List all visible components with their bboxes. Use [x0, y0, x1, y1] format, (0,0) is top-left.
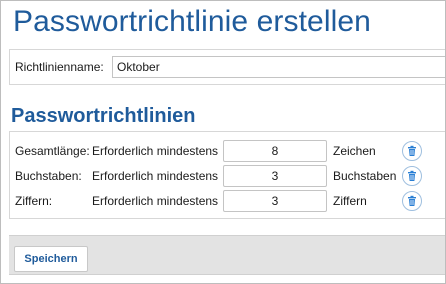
rule-row-total-length: Gesamtlänge: Erforderlich mindestens Zei… [10, 139, 445, 163]
rules-panel: Gesamtlänge: Erforderlich mindestens Zei… [9, 131, 445, 219]
rule-row-letters: Buchstaben: Erforderlich mindestens Buch… [10, 164, 445, 188]
rule-requirement-text: Erforderlich mindestens [92, 194, 219, 208]
rule-value-input[interactable] [223, 140, 327, 162]
delete-rule-button[interactable] [402, 191, 422, 211]
rule-label: Gesamtlänge: [15, 144, 90, 158]
dialog-frame: Passwortrichtlinie erstellen Richtlinien… [0, 0, 446, 284]
save-button[interactable]: Speichern [14, 246, 88, 272]
policy-name-panel: Richtlinienname: [9, 49, 445, 85]
rule-requirement-text: Erforderlich mindestens [92, 169, 219, 183]
rules-section-title: Passwortrichtlinien [11, 105, 196, 127]
delete-rule-button[interactable] [402, 141, 422, 161]
footer-bar: Speichern [9, 235, 445, 275]
delete-rule-button[interactable] [402, 166, 422, 186]
policy-name-input[interactable] [112, 56, 445, 78]
page-title: Passwortrichtlinie erstellen [13, 5, 371, 38]
rule-value-input[interactable] [223, 190, 327, 212]
rule-unit: Buchstaben [333, 169, 397, 183]
rule-requirement-text: Erforderlich mindestens [92, 144, 219, 158]
trash-icon [408, 170, 416, 181]
rule-value-input[interactable] [223, 165, 327, 187]
policy-name-label: Richtlinienname: [15, 60, 104, 74]
rule-unit: Ziffern [333, 194, 367, 208]
rule-unit: Zeichen [333, 144, 376, 158]
trash-icon [408, 145, 416, 156]
trash-icon [408, 195, 416, 206]
rule-row-digits: Ziffern: Erforderlich mindestens Ziffern [10, 189, 445, 213]
rule-label: Buchstaben: [15, 169, 82, 183]
rule-label: Ziffern: [15, 194, 53, 208]
